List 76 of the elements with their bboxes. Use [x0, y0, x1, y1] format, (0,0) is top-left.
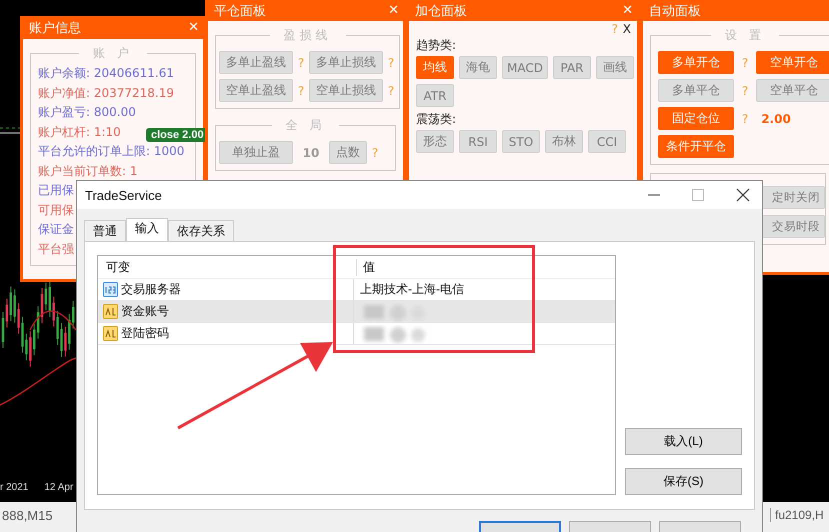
- group-label: 趋势类:: [416, 37, 458, 54]
- panel-button[interactable]: 空单平仓: [756, 79, 829, 102]
- value-text: 10: [302, 146, 320, 160]
- indicator-button[interactable]: 形态: [416, 130, 454, 153]
- help-mark[interactable]: ?: [740, 84, 750, 98]
- help-mark[interactable]: ?: [370, 146, 380, 160]
- chart-tab[interactable]: fu2109,H: [770, 508, 824, 522]
- chart-tab[interactable]: 888,M15: [2, 508, 53, 523]
- indicator-button[interactable]: ATR: [416, 84, 454, 107]
- indicator-button[interactable]: RSI: [459, 130, 497, 153]
- panel-button[interactable]: 固定仓位: [658, 107, 734, 130]
- tab[interactable]: 普通: [84, 220, 126, 241]
- indicator-button[interactable]: 均线: [416, 56, 454, 79]
- help-mark[interactable]: ?: [296, 56, 306, 70]
- list-row[interactable]: 登陆密码: [98, 323, 615, 345]
- panel-button[interactable]: 多单止损线: [309, 51, 383, 74]
- section-title: 全 局: [284, 117, 326, 134]
- account-info-line: 账户余额: 20406611.61: [38, 65, 174, 82]
- close-button[interactable]: ✕: [188, 20, 199, 35]
- dialog-button[interactable]: 保存(S): [625, 468, 742, 495]
- account-info-line: 可用保: [38, 202, 74, 218]
- group-label: 震荡类:: [416, 111, 458, 128]
- help-mark[interactable]: ?: [386, 56, 396, 70]
- indicator-button[interactable]: STO: [502, 130, 540, 153]
- help-mark[interactable]: ?: [386, 84, 396, 98]
- close-button[interactable]: ✕: [622, 3, 633, 18]
- window-title: TradeService: [85, 188, 162, 202]
- dialog-button[interactable]: 载入(L): [625, 428, 742, 455]
- section-title: 账 户: [92, 45, 134, 62]
- list-row[interactable]: 资金账号: [98, 301, 615, 323]
- account-info-line: 账户杠杆: 1:10: [38, 124, 121, 140]
- panel-button[interactable]: 空单开仓: [756, 51, 829, 74]
- indicator-button[interactable]: 布林: [545, 130, 583, 153]
- indicator-button[interactable]: CCI: [588, 130, 626, 153]
- indicator-button[interactable]: 海龟: [459, 56, 497, 79]
- panel-button[interactable]: 空单止盈线: [219, 79, 293, 102]
- indicator-button[interactable]: MACD: [502, 56, 548, 79]
- account-info-line: 已用保: [38, 182, 74, 199]
- account-info-line: 账户当前订单数: 1: [38, 162, 138, 180]
- account-info-line: 账户净值: 20377218.19: [38, 84, 174, 102]
- tab[interactable]: 依存关系: [168, 220, 234, 241]
- parameter-value: 上期技术-上海-电信: [360, 281, 464, 298]
- help-mark[interactable]: ?: [740, 56, 750, 70]
- section-title: 设 置: [724, 27, 766, 44]
- panel-button[interactable]: 条件开平仓: [658, 135, 734, 158]
- close-button[interactable]: ✕: [388, 3, 399, 18]
- column-header[interactable]: 可变: [98, 258, 356, 276]
- panel-title: 自动面板: [649, 2, 701, 20]
- column-header[interactable]: 值: [356, 258, 615, 276]
- parameter-name: 登陆密码: [121, 325, 169, 342]
- account-info-line: 平台允许的订单上限: 1000: [38, 143, 184, 160]
- indicator-button[interactable]: 画线: [596, 56, 634, 79]
- panel-button[interactable]: 单独止盈: [219, 141, 293, 164]
- value-text: 2.00: [760, 112, 792, 126]
- panel-button[interactable]: 多单止盈线: [219, 51, 293, 74]
- panel-button[interactable]: 多单开仓: [658, 51, 734, 74]
- axis-label: r 2021: [0, 482, 28, 493]
- panel-button[interactable]: 点数: [329, 141, 367, 164]
- account-info-line: 账户盈亏: 800.00: [38, 104, 136, 121]
- dismiss-button[interactable]: X: [622, 22, 631, 36]
- panel-title: 平仓面板: [214, 2, 266, 20]
- help-mark[interactable]: ?: [296, 84, 306, 98]
- panel-title: 加仓面板: [415, 2, 467, 20]
- axis-label: 12 Apr: [44, 482, 74, 493]
- parameter-name: 交易服务器: [121, 281, 181, 298]
- indicator-button[interactable]: PAR: [552, 56, 591, 79]
- help-mark[interactable]: ?: [610, 22, 620, 36]
- panel-title: 账户信息: [29, 20, 81, 36]
- section-title: 盈损线: [282, 27, 332, 44]
- help-mark[interactable]: ?: [740, 112, 750, 126]
- account-info-line: 平台强: [38, 240, 74, 258]
- panel-button[interactable]: 空单止损线: [309, 79, 383, 102]
- tab[interactable]: 输入: [126, 218, 168, 241]
- parameter-name: 资金账号: [121, 303, 169, 320]
- account-info-line: 保证金: [38, 221, 74, 238]
- panel-button[interactable]: 多单平仓: [658, 79, 734, 102]
